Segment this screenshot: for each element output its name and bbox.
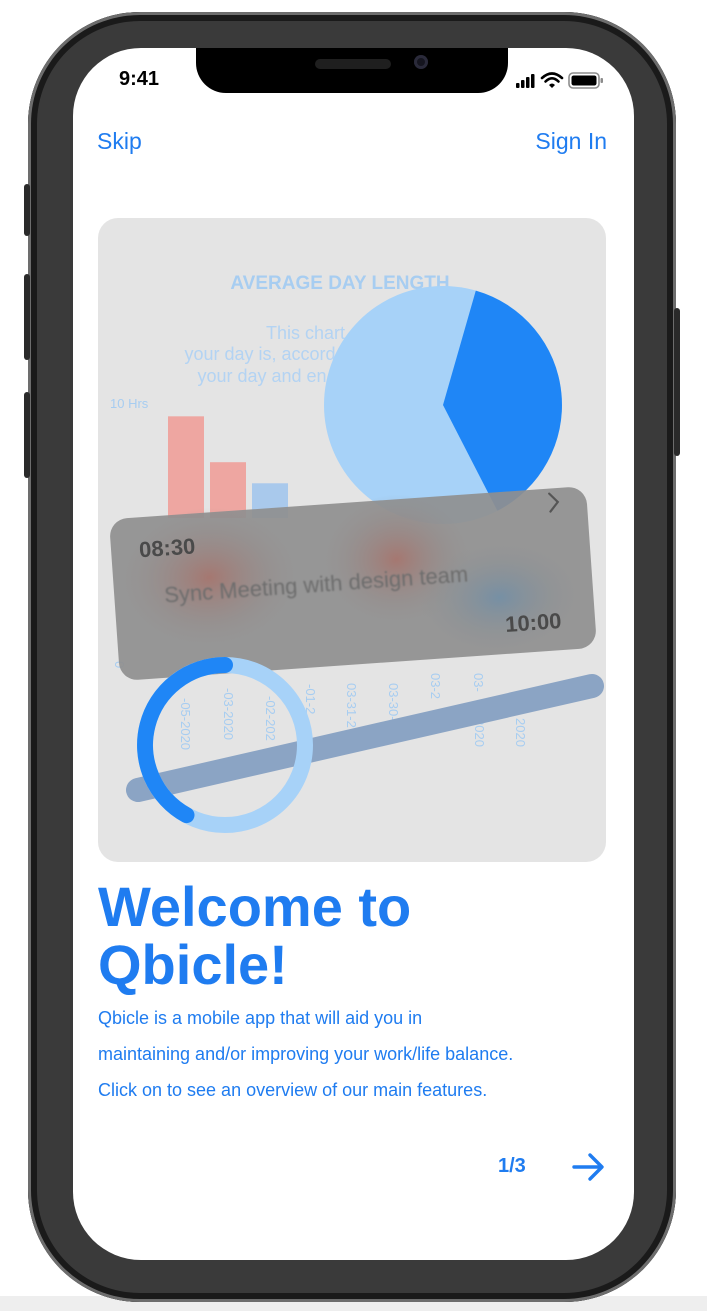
date-label: 03- [471,673,486,692]
notch [196,48,508,93]
next-button[interactable] [570,1149,606,1185]
welcome-title-line-2: Qbicle! [98,933,288,996]
hero-illustration-graphic: AVERAGE DAY LENGTH This chart shows h yo… [110,273,604,833]
page-indicator: 1/3 [498,1155,526,1177]
chart-desc-line-2: your day is, accord [184,344,335,364]
welcome-title: Welcome to Qbicle! [98,878,598,994]
date-label: -02-202 [263,696,278,741]
volume-down-button [24,392,30,478]
power-button [674,308,680,456]
welcome-description-line: Click on to see an overview of our main … [98,1080,488,1100]
date-label: -05-2020 [178,698,193,750]
date-label: 2020 [513,718,528,747]
event-end-time: 10:00 [504,608,562,637]
y-axis-label: 10 Hrs [110,396,149,411]
welcome-title-line-1: Welcome to [98,875,412,938]
welcome-description-line: Qbicle is a mobile app that will aid you… [98,1008,423,1028]
date-label: 03-2 [428,673,443,699]
mute-switch [24,184,30,236]
front-camera [414,55,428,69]
skip-button[interactable]: Skip [97,128,142,155]
pie-chart [324,286,562,524]
welcome-description: Qbicle is a mobile app that will aid you… [98,1000,598,1108]
chart-bar [168,416,204,518]
date-label: 03-31-2 [344,683,359,728]
battery-icon [568,72,603,89]
chart-desc-line-3: your day and en [197,366,326,386]
arrow-right-icon [572,1153,604,1181]
cellular-signal-icon [516,74,535,88]
welcome-description-line: maintaining and/or improving your work/l… [98,1044,514,1064]
phone-screen: 9:41 Skip Sign In AVERAGE DAY LENGTH Thi… [73,48,634,1260]
event-start-time: 08:30 [138,533,196,562]
status-icons [516,72,603,89]
hero-illustration: AVERAGE DAY LENGTH This chart shows h yo… [98,218,606,862]
speaker-grille [315,59,391,69]
date-label: 03-30- [386,683,401,721]
wifi-icon [540,72,564,88]
date-label: -03-2020 [221,688,236,740]
sign-in-button[interactable]: Sign In [535,128,607,155]
status-time: 9:41 [119,68,160,90]
volume-up-button [24,274,30,360]
